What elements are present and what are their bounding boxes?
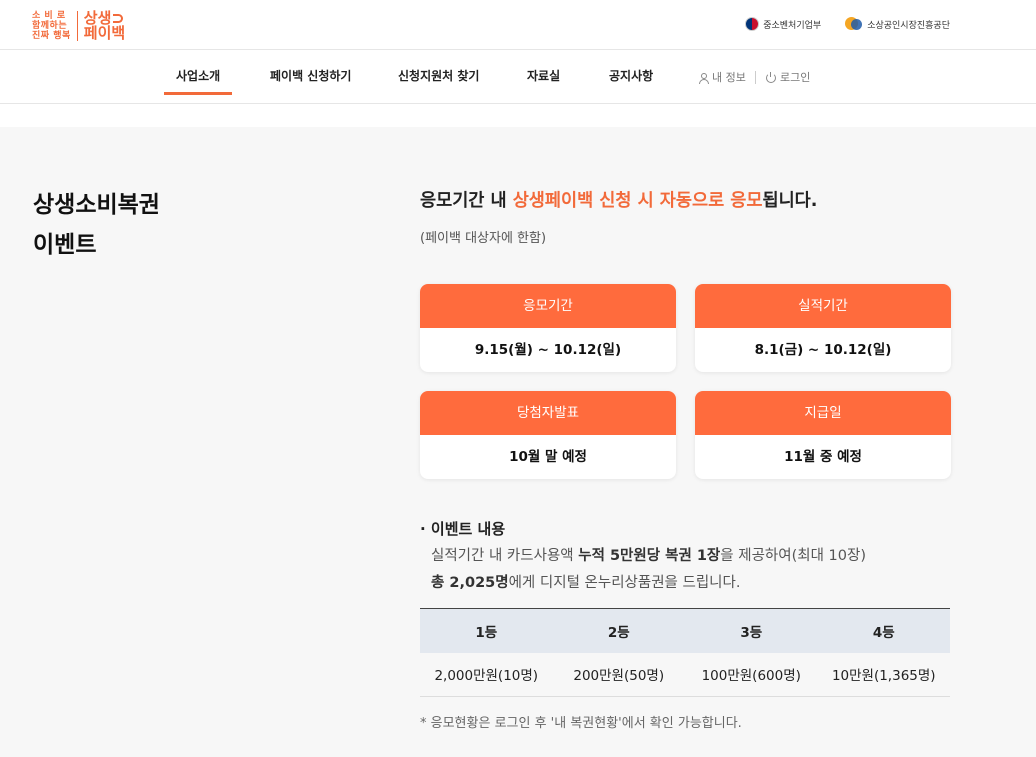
logo-word-2: 페이백 <box>83 24 126 42</box>
event-headline: 응모기간 내 상생페이백 신청 시 자동으로 응모됩니다. <box>420 187 817 212</box>
semas-logo-icon <box>845 16 863 32</box>
card-value: 11월 중 예정 <box>784 449 862 465</box>
power-icon <box>766 71 776 83</box>
headline-suffix: 됩니다. <box>762 191 818 211</box>
prize-rank-header: 3등 <box>685 608 818 653</box>
info-card-performance-period: 실적기간 8.1(금) ~ 10.12(일) <box>695 284 951 372</box>
util-divider <box>755 71 756 84</box>
prize-amount-cell: 100만원(600명) <box>685 652 818 697</box>
card-label: 응모기간 <box>420 284 676 328</box>
card-value: 8.1(금) ~ 10.12(일) <box>754 342 892 358</box>
taegeuk-icon <box>745 17 760 31</box>
prize-rank-header: 1등 <box>420 608 553 653</box>
event-text-bold: 누적 5만원당 복권 1장 <box>578 548 721 564</box>
nav-item-intro[interactable]: 사업소개 <box>163 51 233 104</box>
login-link[interactable]: 로그인 <box>766 51 810 104</box>
logo-mark-icon <box>113 14 124 23</box>
logo-wordmark: 상생 페이백 <box>84 11 125 41</box>
event-section: 상생소비복권 이벤트 응모기간 내 상생페이백 신청 시 자동으로 응모됩니다.… <box>0 127 1036 757</box>
eligibility-note: (페이백 대상자에 한함) <box>420 231 547 246</box>
nav-item-notice[interactable]: 공지사항 <box>609 51 653 104</box>
org-mss-label: 중소벤처기업부 <box>763 20 822 31</box>
logo-divider <box>76 11 78 41</box>
org-semas-label: 소상공인시장진흥공단 <box>867 20 950 31</box>
headline-prefix: 응모기간 내 <box>420 191 513 211</box>
section-title-line: 이벤트 <box>33 232 97 258</box>
prize-amount-cell: 200만원(50명) <box>552 652 685 697</box>
event-text-bold: 총 2,025명 <box>431 575 509 591</box>
card-value: 10월 말 예정 <box>509 449 587 465</box>
top-header: 소 비 로 함께하는 진짜 행복 상생 페이백 중소벤처기업부 소상공인시장진흥… <box>0 0 1036 50</box>
event-content-title: · 이벤트 내용 <box>420 520 506 538</box>
org-mss-link[interactable]: 중소벤처기업부 <box>745 17 821 31</box>
main-nav: 사업소개 페이백 신청하기 신청지원처 찾기 자료실 공지사항 내 정보 로그인 <box>0 51 1036 104</box>
logo-slogan: 소 비 로 함께하는 진짜 행복 <box>32 11 71 41</box>
section-title-line: 상생소비복권 <box>33 192 160 218</box>
info-card-payment-date: 지급일 11월 중 예정 <box>695 391 951 479</box>
info-card-entry-period: 응모기간 9.15(월) ~ 10.12(일) <box>420 284 676 372</box>
logo-slogan-line: 진짜 행복 <box>32 31 71 41</box>
prize-header-row: 1등 2등 3등 4등 <box>420 608 950 653</box>
login-label: 로그인 <box>780 70 811 84</box>
card-label: 지급일 <box>695 391 951 435</box>
nav-item-apply[interactable]: 페이백 신청하기 <box>270 51 351 104</box>
prize-amount-cell: 2,000만원(10명) <box>420 652 553 697</box>
prize-rank-header: 2등 <box>552 608 685 653</box>
logo-slogan-line: 소 비 로 <box>32 11 66 21</box>
person-icon <box>698 72 709 84</box>
nav-item-find-center[interactable]: 신청지원처 찾기 <box>398 51 479 104</box>
logo-slogan-line: 함께하는 <box>32 21 68 31</box>
card-value: 9.15(월) ~ 10.12(일) <box>474 342 622 358</box>
status-footnote: * 응모현황은 로그인 후 '내 복권현황'에서 확인 가능합니다. <box>420 716 742 731</box>
info-card-winner-announcement: 당첨자발표 10월 말 예정 <box>420 391 676 479</box>
event-description-line-2: 총 2,025명에게 디지털 온누리상품권을 드립니다. <box>431 571 740 592</box>
prize-table: 1등 2등 3등 4등 2,000만원(10명) 200만원(50명) 100만… <box>420 608 950 697</box>
prize-rank-header: 4등 <box>817 608 950 653</box>
my-info-label: 내 정보 <box>712 70 746 84</box>
event-text: 을 제공하여(최대 10장) <box>720 548 866 564</box>
org-semas-link[interactable]: 소상공인시장진흥공단 <box>845 16 950 32</box>
my-info-link[interactable]: 내 정보 <box>698 51 746 104</box>
site-logo[interactable]: 소 비 로 함께하는 진짜 행복 상생 페이백 <box>32 9 125 43</box>
org-links: 중소벤처기업부 소상공인시장진흥공단 <box>745 16 950 32</box>
section-title: 상생소비복권 이벤트 <box>33 185 160 265</box>
event-description-line-1: 실적기간 내 카드사용액 누적 5만원당 복권 1장을 제공하여(최대 10장) <box>431 544 866 565</box>
event-text: 실적기간 내 카드사용액 <box>431 548 579 564</box>
card-label: 실적기간 <box>695 284 951 328</box>
prize-value-row: 2,000만원(10명) 200만원(50명) 100만원(600명) 10만원… <box>420 652 950 697</box>
headline-highlight: 상생페이백 신청 시 자동으로 응모 <box>512 191 763 211</box>
prize-amount-cell: 10만원(1,365명) <box>817 652 950 697</box>
card-label: 당첨자발표 <box>420 391 676 435</box>
event-text: 에게 디지털 온누리상품권을 드립니다. <box>508 575 741 591</box>
nav-item-resources[interactable]: 자료실 <box>527 51 560 104</box>
